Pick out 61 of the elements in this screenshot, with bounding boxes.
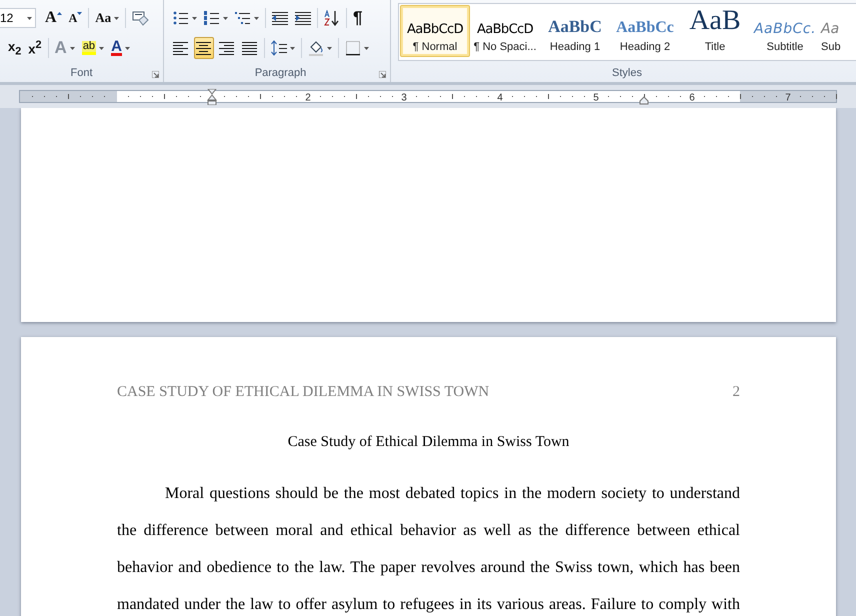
- caret-icon: [223, 16, 228, 20]
- dialog-launcher-icon[interactable]: [152, 71, 159, 78]
- ruler-number: 2: [305, 92, 311, 104]
- caret-icon: [290, 46, 295, 50]
- bullet-list-icon: [173, 10, 189, 26]
- style-item[interactable]: AaBbCc. Subtitle: [750, 5, 820, 57]
- dialog-launcher-icon[interactable]: [379, 71, 386, 78]
- up-triangle-icon: [56, 12, 62, 15]
- font-size-field[interactable]: 12: [0, 8, 36, 28]
- caret-icon: [364, 46, 369, 50]
- style-item[interactable]: AaBbCc Heading 2: [610, 5, 680, 57]
- sort-icon: [324, 10, 340, 26]
- caret-icon: [27, 16, 32, 20]
- ruler-number: 4: [497, 92, 503, 104]
- caret-icon: [124, 46, 130, 50]
- highlight-button[interactable]: ab: [80, 37, 106, 59]
- caret-icon: [327, 46, 332, 50]
- caret-icon: [192, 16, 197, 20]
- show-formatting-button[interactable]: ¶: [351, 7, 364, 29]
- group-label: Font: [69, 66, 94, 81]
- align-center-button[interactable]: [194, 37, 214, 59]
- align-left-icon: [173, 40, 189, 56]
- align-center-icon: [196, 40, 212, 56]
- line-spacing-icon: [271, 40, 287, 56]
- style-item[interactable]: AaB Title: [680, 5, 750, 57]
- style-item[interactable]: AaBbCcD ¶ No Spaci...: [470, 5, 540, 57]
- eraser-icon: [132, 10, 150, 26]
- right-indent-marker-icon[interactable]: [640, 96, 648, 104]
- body-paragraph: Moral questions should be the most debated topics in the modern society to understand the difference between moral and ethical behavior as well as the difference between ethical behavior and obedience to the law. The paper revolves around the Swiss town, which has been mandated under the law to offer asylum to refugees in its various areas. Failure to comply with: [117, 484, 740, 615]
- style-item[interactable]: AaBbCcD ¶ Normal: [400, 5, 470, 57]
- borders-icon: [345, 40, 361, 56]
- numbered-list-icon: [204, 10, 220, 26]
- ruler-number: 6: [689, 92, 695, 104]
- running-header: CASE STUDY OF ETHICAL DILEMMA IN SWISS TOWN: [117, 384, 490, 402]
- style-item[interactable]: Aa Sub: [820, 5, 850, 57]
- document-title: Case Study of Ethical Dilemma in Swiss Town: [288, 434, 570, 450]
- paint-bucket-icon: [308, 40, 324, 56]
- ruler-number: 3: [401, 92, 407, 104]
- grow-font-button[interactable]: A: [43, 7, 64, 29]
- caret-icon: [99, 46, 104, 50]
- align-right-icon: [219, 40, 235, 56]
- justify-icon: [242, 40, 258, 56]
- superscript-button[interactable]: x$^{2}$: [26, 37, 44, 59]
- change-case-button[interactable]: Aa: [93, 7, 122, 29]
- page-number: 2: [732, 384, 740, 402]
- increase-indent-icon: [295, 10, 311, 26]
- decrease-indent-icon: [272, 10, 288, 26]
- caret-icon: [70, 46, 75, 50]
- ruler-number: 5: [593, 92, 599, 104]
- group-label: Styles: [611, 66, 643, 82]
- subscript-button[interactable]: x$_{2}$: [6, 37, 24, 59]
- group-label: Paragraph: [254, 66, 308, 81]
- indent-marker-icon[interactable]: [206, 89, 218, 105]
- style-item[interactable]: AaBbC Heading 1: [540, 5, 610, 57]
- ruler-number: 7: [785, 92, 791, 104]
- multilevel-list-icon: [235, 10, 251, 26]
- font-color-button[interactable]: A: [109, 37, 132, 59]
- caret-icon: [254, 16, 259, 20]
- caret-icon: [114, 16, 120, 20]
- shrink-font-button[interactable]: A: [66, 7, 84, 29]
- down-triangle-icon: [77, 12, 82, 15]
